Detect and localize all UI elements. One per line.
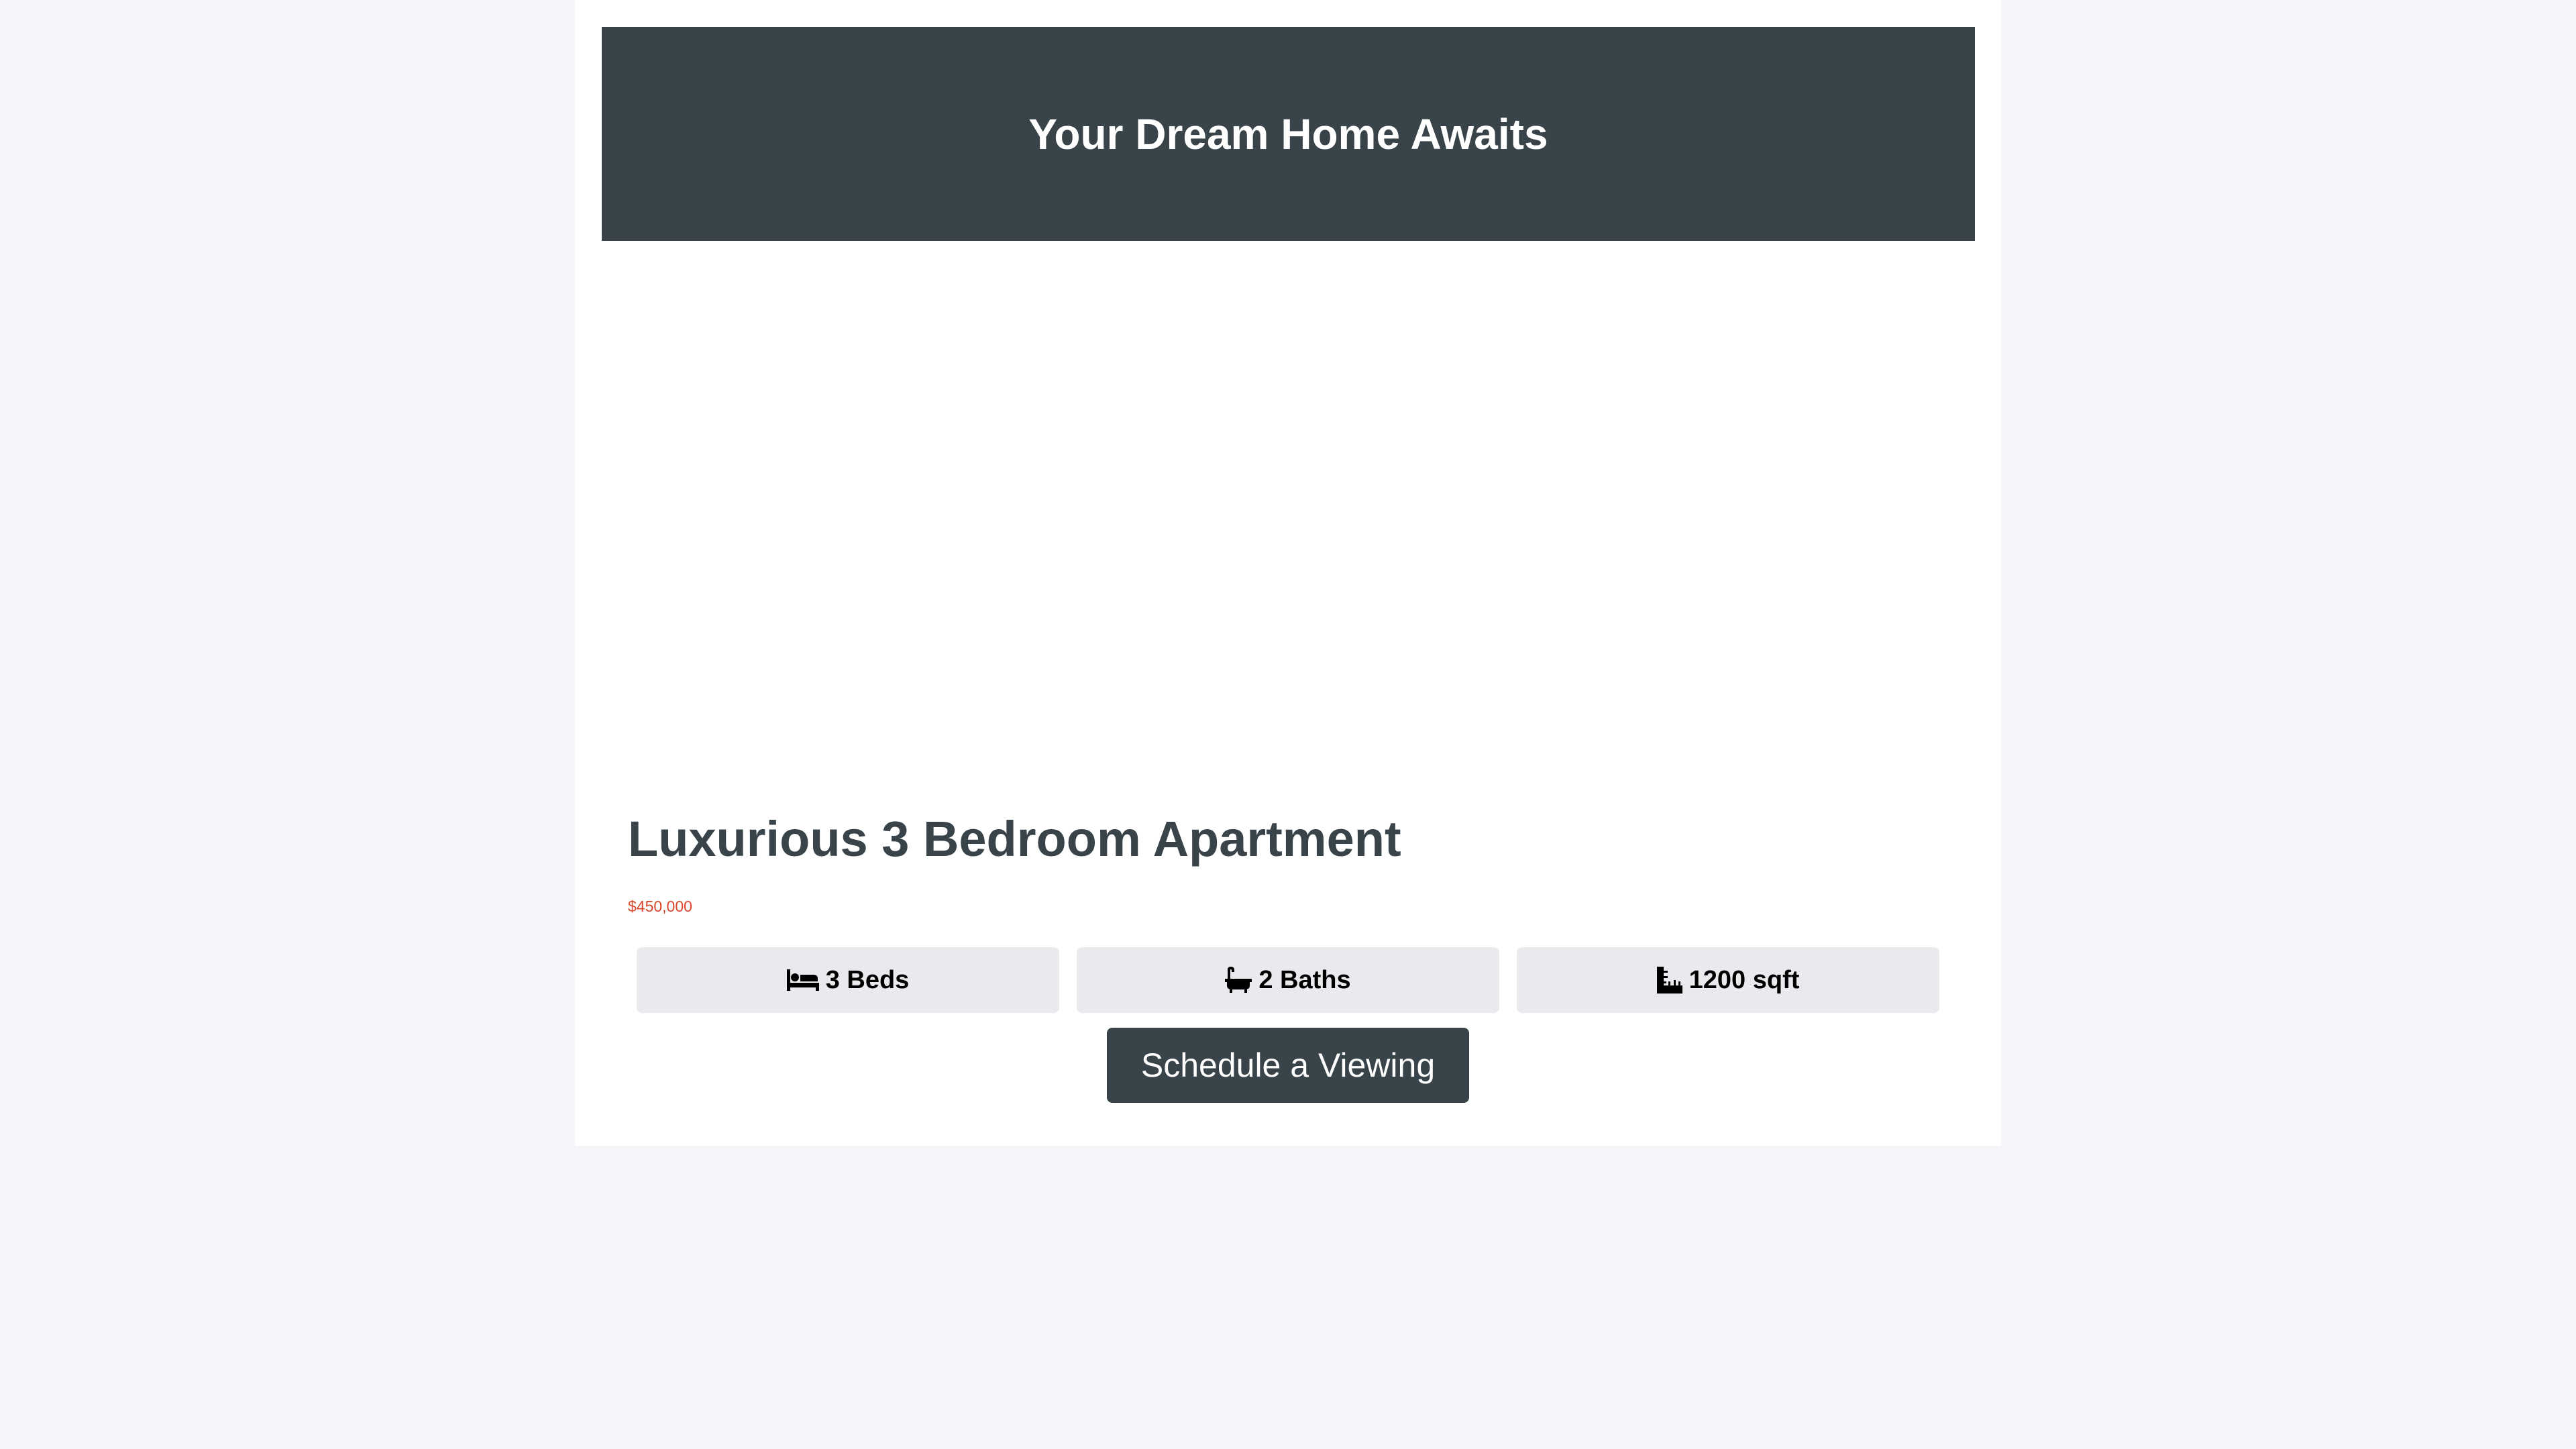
feature-label: 1200 sqft: [1688, 965, 1800, 994]
hero-title: Your Dream Home Awaits: [1028, 109, 1548, 158]
listing-title: Luxurious 3 Bedroom Apartment: [628, 811, 1401, 867]
listing-photo-area: [602, 241, 1975, 791]
feature-baths: 2 Baths: [1077, 947, 1499, 1013]
bath-icon: [1225, 967, 1252, 994]
schedule-viewing-button[interactable]: Schedule a Viewing: [1107, 1028, 1469, 1103]
ruler-icon: [1656, 967, 1682, 994]
feature-label: 2 Baths: [1258, 965, 1351, 994]
hero-banner: Your Dream Home Awaits: [602, 27, 1975, 241]
bed-icon: [786, 968, 819, 992]
feature-list: 3 Beds 2 Baths 1200 sqft: [637, 947, 1939, 1013]
feature-beds: 3 Beds: [637, 947, 1059, 1013]
listing-page: Your Dream Home Awaits Luxurious 3 Bedro…: [575, 0, 2001, 1146]
feature-area: 1200 sqft: [1517, 947, 1939, 1013]
feature-label: 3 Beds: [825, 965, 910, 994]
listing-price: $450,000: [628, 898, 692, 915]
